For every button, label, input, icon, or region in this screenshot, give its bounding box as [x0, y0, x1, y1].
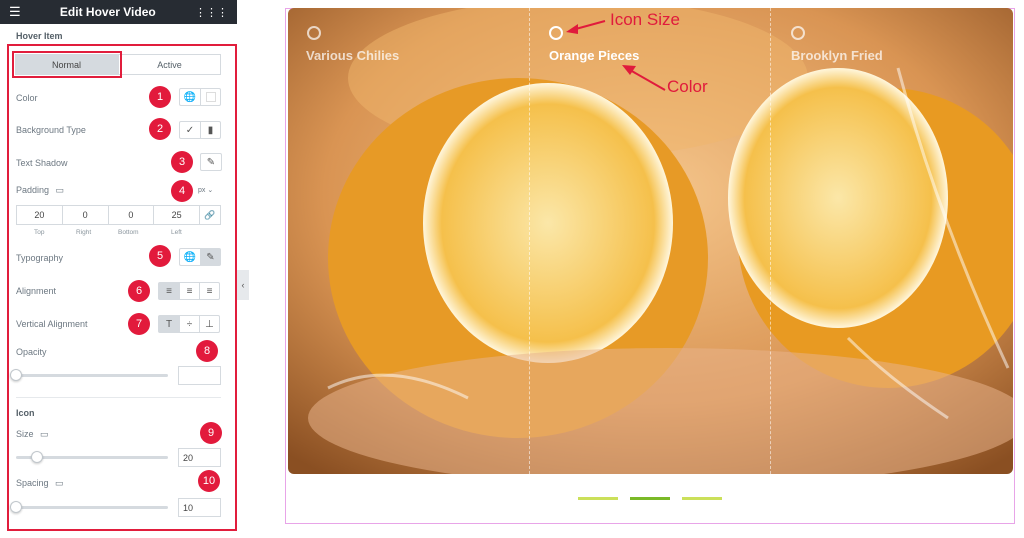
slider-dot[interactable] — [682, 497, 722, 500]
slider-dot-active[interactable] — [630, 497, 670, 500]
slider-dot[interactable] — [578, 497, 618, 500]
annotation-icon-size: Icon Size — [610, 10, 680, 29]
annotation-arrows — [566, 20, 666, 91]
annotation-color: Color — [667, 77, 708, 96]
